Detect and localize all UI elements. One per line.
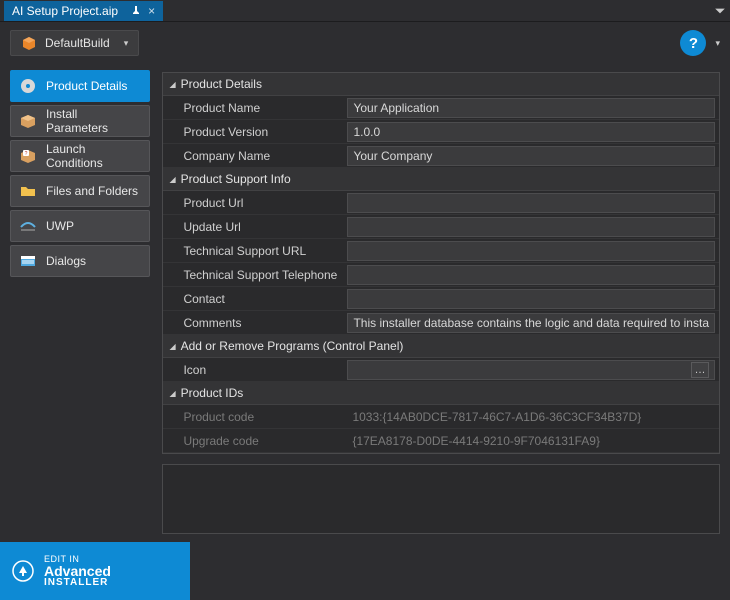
contact-field[interactable] bbox=[347, 289, 715, 309]
sidebar: Product Details Install Parameters ? Lau… bbox=[0, 64, 158, 542]
product-version-field[interactable]: 1.0.0 bbox=[347, 122, 715, 142]
row-label: Contact bbox=[163, 292, 347, 306]
document-tab-title: AI Setup Project.aip bbox=[12, 4, 118, 18]
row-label: Upgrade code bbox=[163, 434, 347, 448]
group-header-product-details[interactable]: ◢ Product Details bbox=[163, 73, 719, 96]
row-company-name: Company Name Your Company bbox=[163, 144, 719, 168]
group-header-support-info[interactable]: ◢ Product Support Info bbox=[163, 168, 719, 191]
product-name-field[interactable]: Your Application bbox=[347, 98, 715, 118]
row-label: Product Url bbox=[163, 196, 347, 210]
toolbar: DefaultBuild ▾ ? ▾ bbox=[0, 22, 730, 64]
bridge-icon bbox=[19, 217, 37, 235]
help-dropdown-icon[interactable]: ▾ bbox=[715, 38, 720, 49]
row-label: Product Version bbox=[163, 125, 347, 139]
msi-box-icon bbox=[21, 35, 37, 51]
build-selector[interactable]: DefaultBuild ▾ bbox=[10, 30, 139, 56]
row-label: Technical Support URL bbox=[163, 244, 347, 258]
tech-support-tel-field[interactable] bbox=[347, 265, 715, 285]
collapse-icon: ◢ bbox=[169, 342, 175, 351]
row-label: Product code bbox=[163, 410, 347, 424]
sidebar-item-dialogs[interactable]: Dialogs bbox=[10, 245, 150, 277]
sidebar-item-files-folders[interactable]: Files and Folders bbox=[10, 175, 150, 207]
row-label: Company Name bbox=[163, 149, 347, 163]
sidebar-item-uwp[interactable]: UWP bbox=[10, 210, 150, 242]
row-label: Product Name bbox=[163, 101, 347, 115]
sidebar-item-launch-conditions[interactable]: ? Launch Conditions bbox=[10, 140, 150, 172]
row-product-name: Product Name Your Application bbox=[163, 96, 719, 120]
pin-icon[interactable] bbox=[130, 5, 142, 17]
product-code-value: 1033:{14AB0DCE-7817-46C7-A1D6-36C3CF34B3… bbox=[347, 407, 715, 427]
sidebar-item-label: UWP bbox=[46, 219, 74, 233]
property-grid: ◢ Product Details Product Name Your Appl… bbox=[162, 72, 720, 454]
dialogs-icon bbox=[19, 252, 37, 270]
product-url-field[interactable] bbox=[347, 193, 715, 213]
row-label: Comments bbox=[163, 316, 347, 330]
collapse-icon: ◢ bbox=[169, 80, 175, 89]
group-title: Add or Remove Programs (Control Panel) bbox=[181, 339, 404, 353]
group-title: Product Support Info bbox=[181, 172, 291, 186]
sidebar-item-label: Dialogs bbox=[46, 254, 86, 268]
comments-field[interactable]: This installer database contains the log… bbox=[347, 313, 715, 333]
installer-logo-icon bbox=[12, 560, 34, 582]
sidebar-item-label: Install Parameters bbox=[46, 107, 141, 135]
chevron-down-icon: ▾ bbox=[124, 38, 129, 49]
document-tab[interactable]: AI Setup Project.aip × bbox=[4, 1, 163, 21]
browse-button[interactable]: … bbox=[691, 362, 709, 378]
sidebar-item-label: Product Details bbox=[46, 79, 127, 93]
group-title: Product Details bbox=[181, 77, 262, 91]
group-title: Product IDs bbox=[181, 386, 244, 400]
row-label: Update Url bbox=[163, 220, 347, 234]
company-name-field[interactable]: Your Company bbox=[347, 146, 715, 166]
title-bar: AI Setup Project.aip × bbox=[0, 0, 730, 22]
group-header-product-ids[interactable]: ◢ Product IDs bbox=[163, 382, 719, 405]
upgrade-code-value: {17EA8178-D0DE-4414-9210-9F7046131FA9} bbox=[347, 431, 715, 451]
sidebar-item-label: Files and Folders bbox=[46, 184, 138, 198]
sidebar-item-label: Launch Conditions bbox=[46, 142, 141, 170]
window-menu-icon[interactable] bbox=[714, 5, 726, 17]
row-product-version: Product Version 1.0.0 bbox=[163, 120, 719, 144]
description-panel bbox=[162, 464, 720, 534]
collapse-icon: ◢ bbox=[169, 175, 175, 184]
box-question-icon: ? bbox=[19, 147, 37, 165]
tech-support-url-field[interactable] bbox=[347, 241, 715, 261]
close-tab-icon[interactable]: × bbox=[148, 4, 155, 18]
sidebar-item-install-parameters[interactable]: Install Parameters bbox=[10, 105, 150, 137]
update-url-field[interactable] bbox=[347, 217, 715, 237]
folder-icon bbox=[19, 182, 37, 200]
box-icon bbox=[19, 112, 37, 130]
svg-text:?: ? bbox=[25, 151, 28, 157]
help-button[interactable]: ? bbox=[680, 30, 706, 56]
edit-in-advanced-installer[interactable]: EDIT IN Advanced INSTALLER bbox=[0, 542, 190, 600]
icon-field[interactable]: … bbox=[347, 360, 715, 380]
row-label: Technical Support Telephone bbox=[163, 268, 347, 282]
disc-icon bbox=[19, 77, 37, 95]
sidebar-item-product-details[interactable]: Product Details bbox=[10, 70, 150, 102]
footer-text: EDIT IN Advanced INSTALLER bbox=[44, 555, 111, 588]
group-header-add-remove[interactable]: ◢ Add or Remove Programs (Control Panel) bbox=[163, 335, 719, 358]
build-label: DefaultBuild bbox=[45, 36, 110, 50]
row-label: Icon bbox=[163, 363, 347, 377]
collapse-icon: ◢ bbox=[169, 389, 175, 398]
